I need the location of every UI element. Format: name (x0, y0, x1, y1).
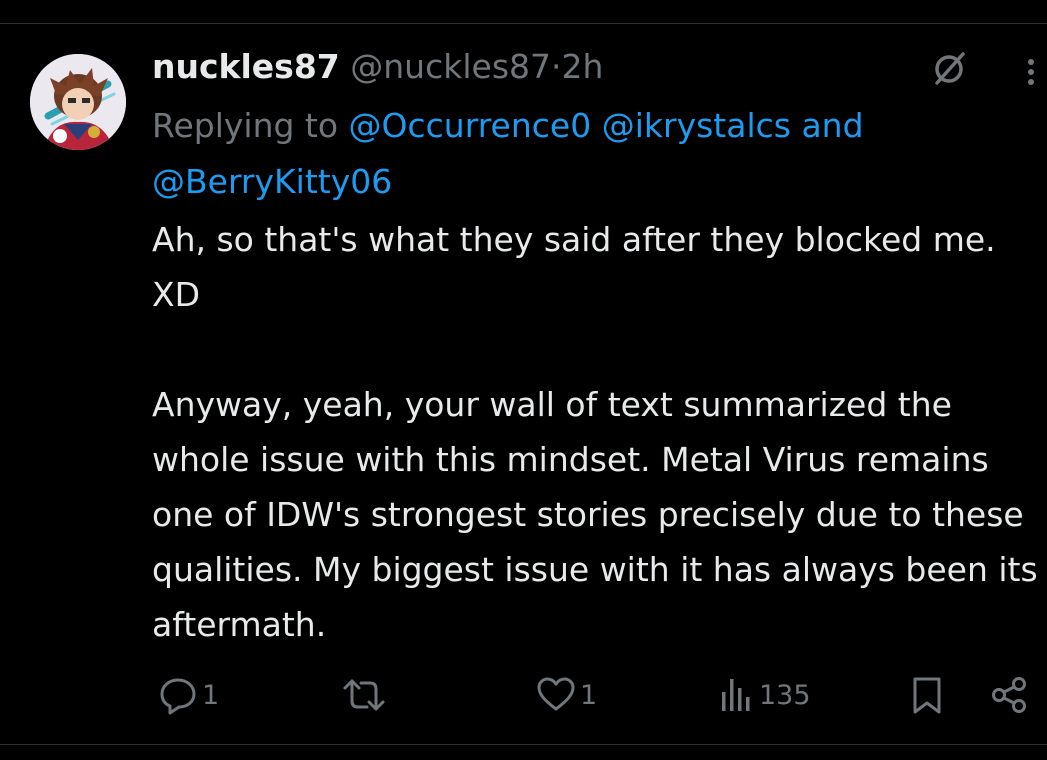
reply-icon (160, 678, 196, 715)
replying-to: Replying to @Occurrence0 @ikrystalcs and… (152, 98, 1032, 210)
separator-dot: · (551, 47, 562, 86)
like-button[interactable]: 1 (536, 672, 597, 718)
repost-icon (343, 679, 385, 711)
views-icon (722, 679, 750, 711)
timestamp[interactable]: 2h (562, 47, 604, 86)
tweet-header: nuckles87 @nuckles87·2h (152, 44, 603, 90)
avatar[interactable] (30, 54, 126, 150)
share-button[interactable] (989, 672, 1029, 718)
replying-to-label: Replying to (152, 106, 339, 145)
bookmark-icon (913, 677, 941, 714)
share-icon (992, 677, 1026, 713)
mention-link[interactable]: @ikrystalcs (602, 106, 791, 145)
like-count: 1 (580, 679, 598, 711)
tweet-text: Ah, so that's what they said after they … (152, 212, 1042, 652)
display-name[interactable]: nuckles87 (152, 47, 340, 86)
heart-icon (537, 677, 575, 711)
more-icon[interactable] (1021, 52, 1041, 92)
reply-count: 1 (202, 679, 220, 711)
views-count: 135 (759, 679, 811, 711)
top-divider (0, 23, 1047, 24)
tweet-paragraph: Ah, so that's what they said after they … (152, 220, 996, 314)
mention-link[interactable]: @Occurrence0 (349, 106, 592, 145)
bottom-divider (0, 744, 1047, 745)
repost-button[interactable] (342, 672, 390, 718)
mention-and[interactable]: and (801, 106, 863, 145)
bookmark-button[interactable] (910, 672, 944, 718)
views-button[interactable]: 135 (719, 672, 811, 718)
avatar-image (30, 54, 126, 150)
user-handle[interactable]: @nuckles87 (350, 47, 551, 86)
reply-button[interactable]: 1 (158, 672, 219, 718)
grok-icon[interactable] (930, 50, 968, 88)
mention-link[interactable]: @BerryKitty06 (152, 162, 392, 201)
tweet-paragraph: Anyway, yeah, your wall of text summariz… (152, 385, 1038, 644)
